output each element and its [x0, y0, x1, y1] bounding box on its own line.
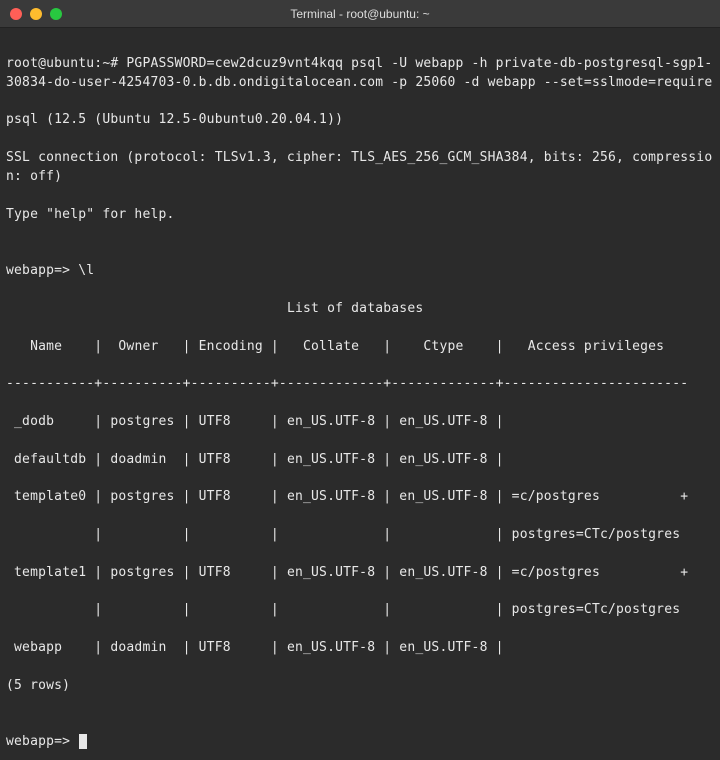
shell-command-line: root@ubuntu:~# PGPASSWORD=cew2dcuz9vnt4k…: [6, 55, 714, 93]
window-title: Terminal - root@ubuntu: ~: [0, 7, 720, 21]
table-row: defaultdb | doadmin | UTF8 | en_US.UTF-8…: [6, 451, 714, 470]
terminal-output[interactable]: root@ubuntu:~# PGPASSWORD=cew2dcuz9vnt4k…: [0, 28, 720, 760]
table-separator: -----------+----------+----------+------…: [6, 375, 714, 394]
row-count-line: (5 rows): [6, 677, 714, 696]
table-row: template1 | postgres | UTF8 | en_US.UTF-…: [6, 564, 714, 583]
window-controls: [10, 8, 62, 20]
cursor-icon: [79, 734, 87, 749]
maximize-icon[interactable]: [50, 8, 62, 20]
table-row: _dodb | postgres | UTF8 | en_US.UTF-8 | …: [6, 413, 714, 432]
window-titlebar: Terminal - root@ubuntu: ~: [0, 0, 720, 28]
ssl-connection-line: SSL connection (protocol: TLSv1.3, ciphe…: [6, 149, 714, 187]
table-title: List of databases: [6, 300, 714, 319]
psql-prompt: webapp=>: [6, 734, 78, 749]
table-row-continuation: | | | | | postgres=CTc/postgres: [6, 601, 714, 620]
minimize-icon[interactable]: [30, 8, 42, 20]
table-row-continuation: | | | | | postgres=CTc/postgres: [6, 526, 714, 545]
close-icon[interactable]: [10, 8, 22, 20]
table-header: Name | Owner | Encoding | Collate | Ctyp…: [6, 338, 714, 357]
help-hint-line: Type "help" for help.: [6, 206, 714, 225]
psql-version-line: psql (12.5 (Ubuntu 12.5-0ubuntu0.20.04.1…: [6, 111, 714, 130]
table-row: webapp | doadmin | UTF8 | en_US.UTF-8 | …: [6, 639, 714, 658]
list-databases-command: webapp=> \l: [6, 262, 714, 281]
table-row: template0 | postgres | UTF8 | en_US.UTF-…: [6, 488, 714, 507]
